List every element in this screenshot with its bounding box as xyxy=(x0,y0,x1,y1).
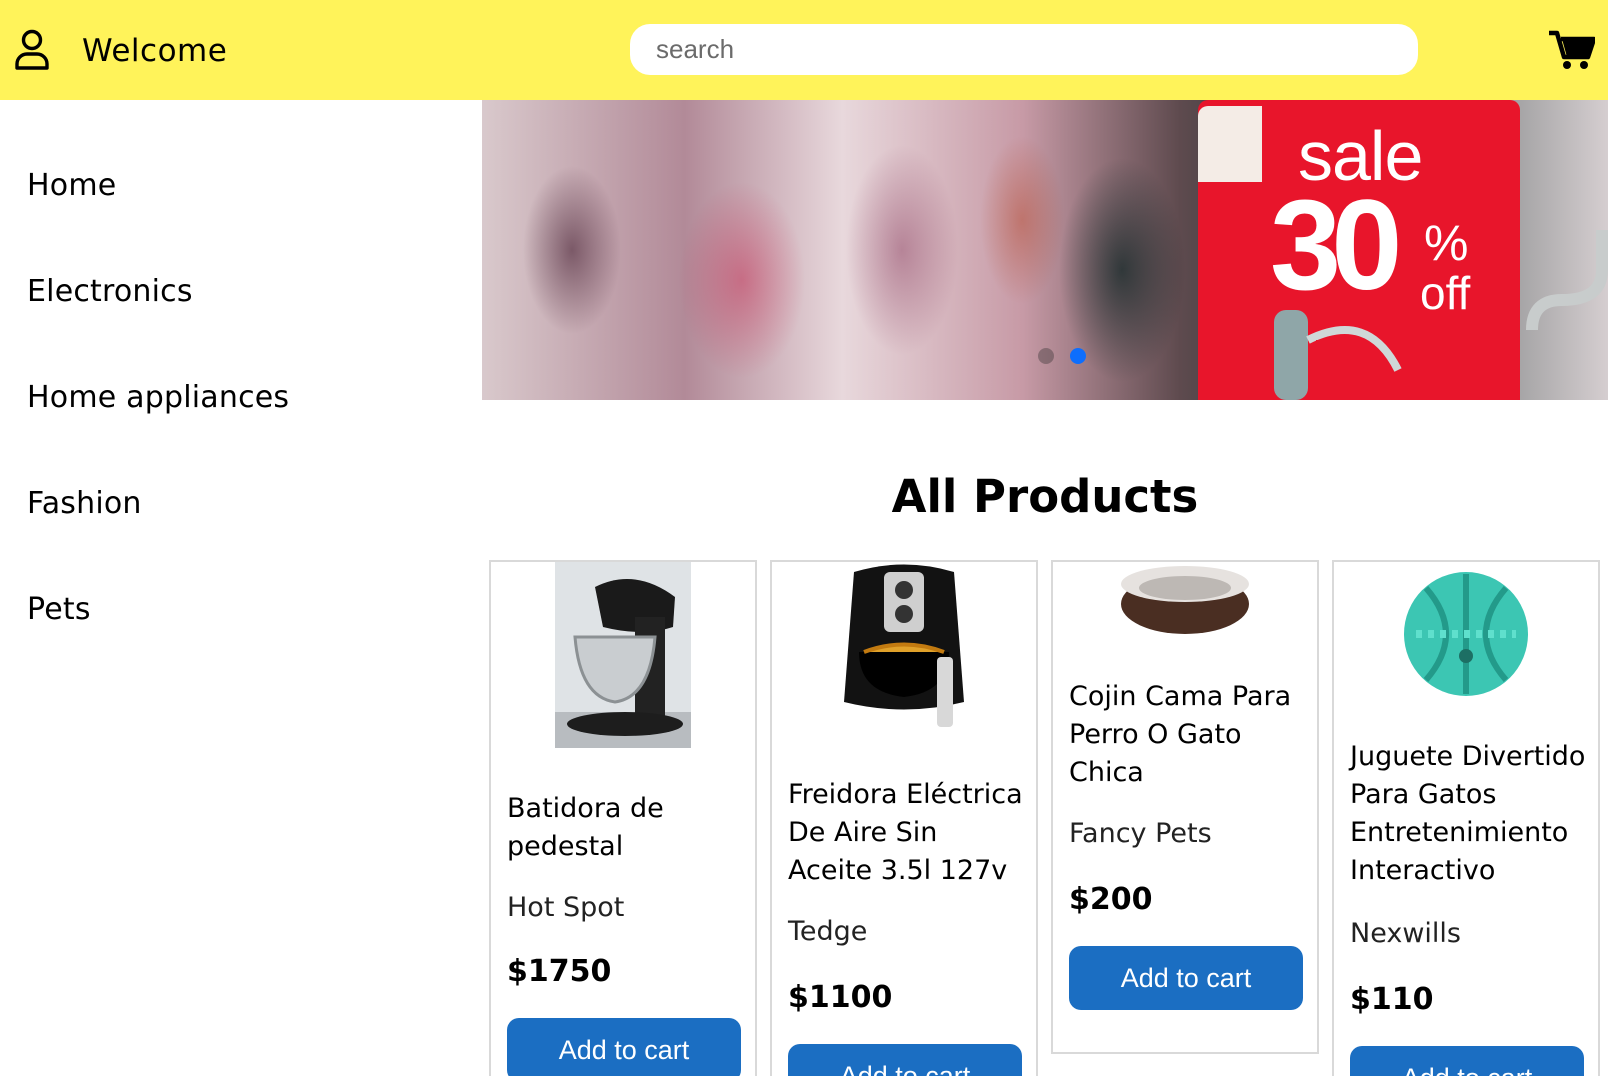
product-card: Juguete Divertido Para Gatos Entretenimi… xyxy=(1332,560,1600,1076)
product-brand: Hot Spot xyxy=(507,892,625,923)
product-price: $200 xyxy=(1069,882,1153,917)
product-name[interactable]: Batidora de pedestal xyxy=(507,790,747,866)
sidebar-item-home[interactable]: Home xyxy=(27,168,116,203)
product-card: Batidora de pedestal Hot Spot $1750 Add … xyxy=(489,560,757,1076)
sale-number: 30 xyxy=(1270,174,1402,317)
product-price: $1750 xyxy=(507,954,612,989)
product-image[interactable] xyxy=(1053,562,1317,638)
product-card: Freidora Eléctrica De Aire Sin Aceite 3.… xyxy=(770,560,1038,1076)
product-image[interactable] xyxy=(1334,562,1598,698)
welcome-text: Welcome xyxy=(82,33,228,69)
promo-banner-carousel: sale 30 % off xyxy=(482,100,1608,400)
product-image[interactable] xyxy=(772,562,1036,742)
cat-ball-toy-image xyxy=(1404,572,1528,696)
add-to-cart-button[interactable]: Add to cart xyxy=(788,1044,1022,1076)
sidebar-item-pets[interactable]: Pets xyxy=(27,592,91,627)
sidebar-item-electronics[interactable]: Electronics xyxy=(27,274,193,309)
section-title: All Products xyxy=(891,470,1199,523)
sidebar-item-home-appliances[interactable]: Home appliances xyxy=(27,380,289,415)
air-fryer-image xyxy=(844,564,964,727)
product-card: Cojin Cama Para Perro O Gato Chica Fancy… xyxy=(1051,560,1319,1054)
product-price: $110 xyxy=(1350,982,1434,1017)
add-to-cart-button[interactable]: Add to cart xyxy=(507,1018,741,1076)
sale-off: off xyxy=(1420,267,1471,319)
product-price: $1100 xyxy=(788,980,893,1015)
product-brand: Tedge xyxy=(788,916,868,947)
sidebar-item-fashion[interactable]: Fashion xyxy=(27,486,142,521)
sale-sign-notch xyxy=(1198,106,1262,182)
product-name[interactable]: Freidora Eléctrica De Aire Sin Aceite 3.… xyxy=(788,776,1028,890)
stand-mixer-image xyxy=(555,562,691,748)
product-brand: Nexwills xyxy=(1350,918,1461,949)
top-header: Welcome xyxy=(0,0,1608,100)
product-name[interactable]: Cojin Cama Para Perro O Gato Chica xyxy=(1069,678,1309,792)
shopping-cart-icon[interactable] xyxy=(1549,30,1595,70)
carousel-dot-2[interactable] xyxy=(1070,348,1086,364)
pet-bed-image xyxy=(1121,566,1249,634)
sale-percent: % xyxy=(1424,215,1469,271)
product-brand: Fancy Pets xyxy=(1069,818,1212,849)
product-name[interactable]: Juguete Divertido Para Gatos Entretenimi… xyxy=(1350,738,1590,890)
price-tag-hook-image xyxy=(1274,310,1402,400)
display-hook-image xyxy=(1526,230,1608,331)
carousel-dot-1[interactable] xyxy=(1038,348,1054,364)
user-icon[interactable] xyxy=(14,28,50,70)
product-image[interactable] xyxy=(491,562,755,748)
add-to-cart-button[interactable]: Add to cart xyxy=(1350,1046,1584,1076)
add-to-cart-button[interactable]: Add to cart xyxy=(1069,946,1303,1010)
search-input[interactable] xyxy=(630,24,1418,75)
carousel-indicators xyxy=(1038,348,1086,364)
